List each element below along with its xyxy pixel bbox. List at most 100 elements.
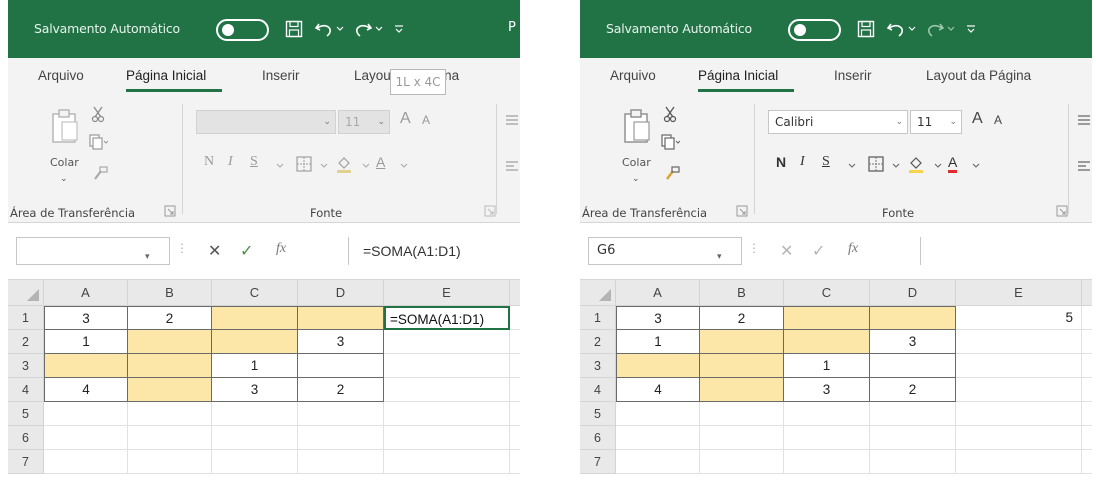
row-header-5[interactable]: 5	[8, 402, 44, 426]
italic-button[interactable]: I	[800, 154, 805, 170]
font-color-button[interactable]: A	[376, 154, 385, 170]
column-header-a[interactable]: A	[616, 280, 700, 306]
chevron-down-icon[interactable]	[907, 17, 917, 41]
cell-f7[interactable]	[1082, 450, 1092, 474]
grow-font-button[interactable]: A	[972, 110, 983, 128]
row-header-3[interactable]: 3	[580, 354, 616, 378]
cell-a2[interactable]: 1	[44, 330, 128, 354]
cell-e4[interactable]	[384, 378, 510, 402]
cell-c2[interactable]	[212, 330, 298, 354]
cell-f3[interactable]	[1082, 354, 1092, 378]
cell-d7[interactable]	[298, 450, 384, 474]
cell-a5[interactable]	[616, 402, 700, 426]
cell-f1[interactable]	[510, 306, 520, 330]
cell-a3[interactable]	[616, 354, 700, 378]
grow-font-button[interactable]: A	[400, 110, 411, 128]
cell-b3[interactable]	[128, 354, 212, 378]
cell-a4[interactable]: 4	[44, 378, 128, 402]
cell-f1[interactable]	[1082, 306, 1092, 330]
name-box[interactable]: ▾	[16, 237, 170, 265]
fill-color-icon[interactable]	[906, 154, 926, 174]
row-header-6[interactable]: 6	[8, 426, 44, 450]
cell-e7[interactable]	[956, 450, 1082, 474]
cell-c6[interactable]	[212, 426, 298, 450]
paste-button[interactable]: Colar	[622, 156, 651, 169]
paste-icon[interactable]	[622, 108, 652, 144]
cell-e2[interactable]	[384, 330, 510, 354]
cell-e2[interactable]	[956, 330, 1082, 354]
chevron-down-icon[interactable]	[966, 156, 986, 176]
row-header-3[interactable]: 3	[8, 354, 44, 378]
cell-b1[interactable]: 2	[128, 306, 212, 330]
cell-c5[interactable]	[212, 402, 298, 426]
cell-d2[interactable]: 3	[870, 330, 956, 354]
cell-c4[interactable]: 3	[212, 378, 298, 402]
cell-a6[interactable]	[616, 426, 700, 450]
chevron-down-icon[interactable]	[374, 17, 384, 41]
enter-icon[interactable]: ✓	[240, 241, 253, 260]
tab-layout-da-pagina[interactable]: Layout da Página	[926, 68, 1031, 83]
cell-d6[interactable]	[298, 426, 384, 450]
font-name-combo[interactable]: ⌄	[196, 110, 336, 134]
cell-c3[interactable]: 1	[784, 354, 870, 378]
tab-pagina-inicial[interactable]: Página Inicial	[126, 68, 206, 83]
shrink-font-button[interactable]: A	[422, 113, 430, 127]
align-top-icon[interactable]	[1076, 112, 1092, 128]
align-left-icon[interactable]	[1076, 158, 1092, 174]
row-header-5[interactable]: 5	[580, 402, 616, 426]
chevron-down-icon[interactable]	[928, 156, 948, 176]
row-header-7[interactable]: 7	[580, 450, 616, 474]
cell-d3[interactable]	[870, 354, 956, 378]
customize-toolbar-icon[interactable]	[392, 17, 406, 41]
cell-d4[interactable]: 2	[298, 378, 384, 402]
cancel-icon[interactable]: ✕	[208, 241, 221, 260]
cell-a2[interactable]: 1	[616, 330, 700, 354]
row-header-4[interactable]: 4	[580, 378, 616, 402]
column-header-a[interactable]: A	[44, 280, 128, 306]
select-all-corner[interactable]	[8, 280, 44, 306]
borders-icon[interactable]	[866, 154, 886, 174]
cell-b1[interactable]: 2	[700, 306, 784, 330]
paste-icon[interactable]	[50, 108, 80, 144]
format-painter-icon[interactable]	[662, 164, 682, 184]
shrink-font-button[interactable]: A	[994, 113, 1002, 127]
cell-e5[interactable]	[384, 402, 510, 426]
cell-b2[interactable]	[700, 330, 784, 354]
column-header-b[interactable]: B	[700, 280, 784, 306]
cell-a1[interactable]: 3	[616, 306, 700, 330]
select-all-corner[interactable]	[580, 280, 616, 306]
cell-b7[interactable]	[700, 450, 784, 474]
column-header-c[interactable]: C	[784, 280, 870, 306]
copy-icon[interactable]	[88, 132, 108, 152]
dialog-launcher-icon[interactable]	[1056, 205, 1068, 217]
paste-button[interactable]: Colar	[50, 156, 79, 169]
chevron-down-icon[interactable]	[886, 156, 906, 176]
dialog-launcher-icon[interactable]	[164, 205, 176, 217]
column-header-b[interactable]: B	[128, 280, 212, 306]
cell-b6[interactable]	[128, 426, 212, 450]
enter-icon[interactable]: ✓	[812, 241, 825, 260]
undo-icon[interactable]	[886, 17, 906, 41]
cell-a5[interactable]	[44, 402, 128, 426]
cell-d2[interactable]: 3	[298, 330, 384, 354]
cell-e4[interactable]	[956, 378, 1082, 402]
cell-c1[interactable]	[784, 306, 870, 330]
underline-button[interactable]: S	[822, 154, 830, 170]
paste-dropdown-icon[interactable]: ⌄	[60, 174, 68, 184]
cell-c4[interactable]: 3	[784, 378, 870, 402]
cell-c7[interactable]	[212, 450, 298, 474]
cell-e6[interactable]	[956, 426, 1082, 450]
row-header-2[interactable]: 2	[8, 330, 44, 354]
formula-input[interactable]	[920, 237, 1092, 265]
column-header-f[interactable]: F	[1082, 280, 1092, 306]
bold-button[interactable]: N	[776, 154, 786, 170]
cell-d4[interactable]: 2	[870, 378, 956, 402]
cell-b4[interactable]	[128, 378, 212, 402]
cell-d6[interactable]	[870, 426, 956, 450]
cell-c1[interactable]	[212, 306, 298, 330]
save-icon[interactable]	[856, 17, 876, 41]
chevron-down-icon[interactable]	[356, 156, 376, 176]
row-header-1[interactable]: 1	[8, 306, 44, 330]
font-color-button[interactable]: A	[948, 154, 958, 173]
dialog-launcher-icon[interactable]	[736, 205, 748, 217]
